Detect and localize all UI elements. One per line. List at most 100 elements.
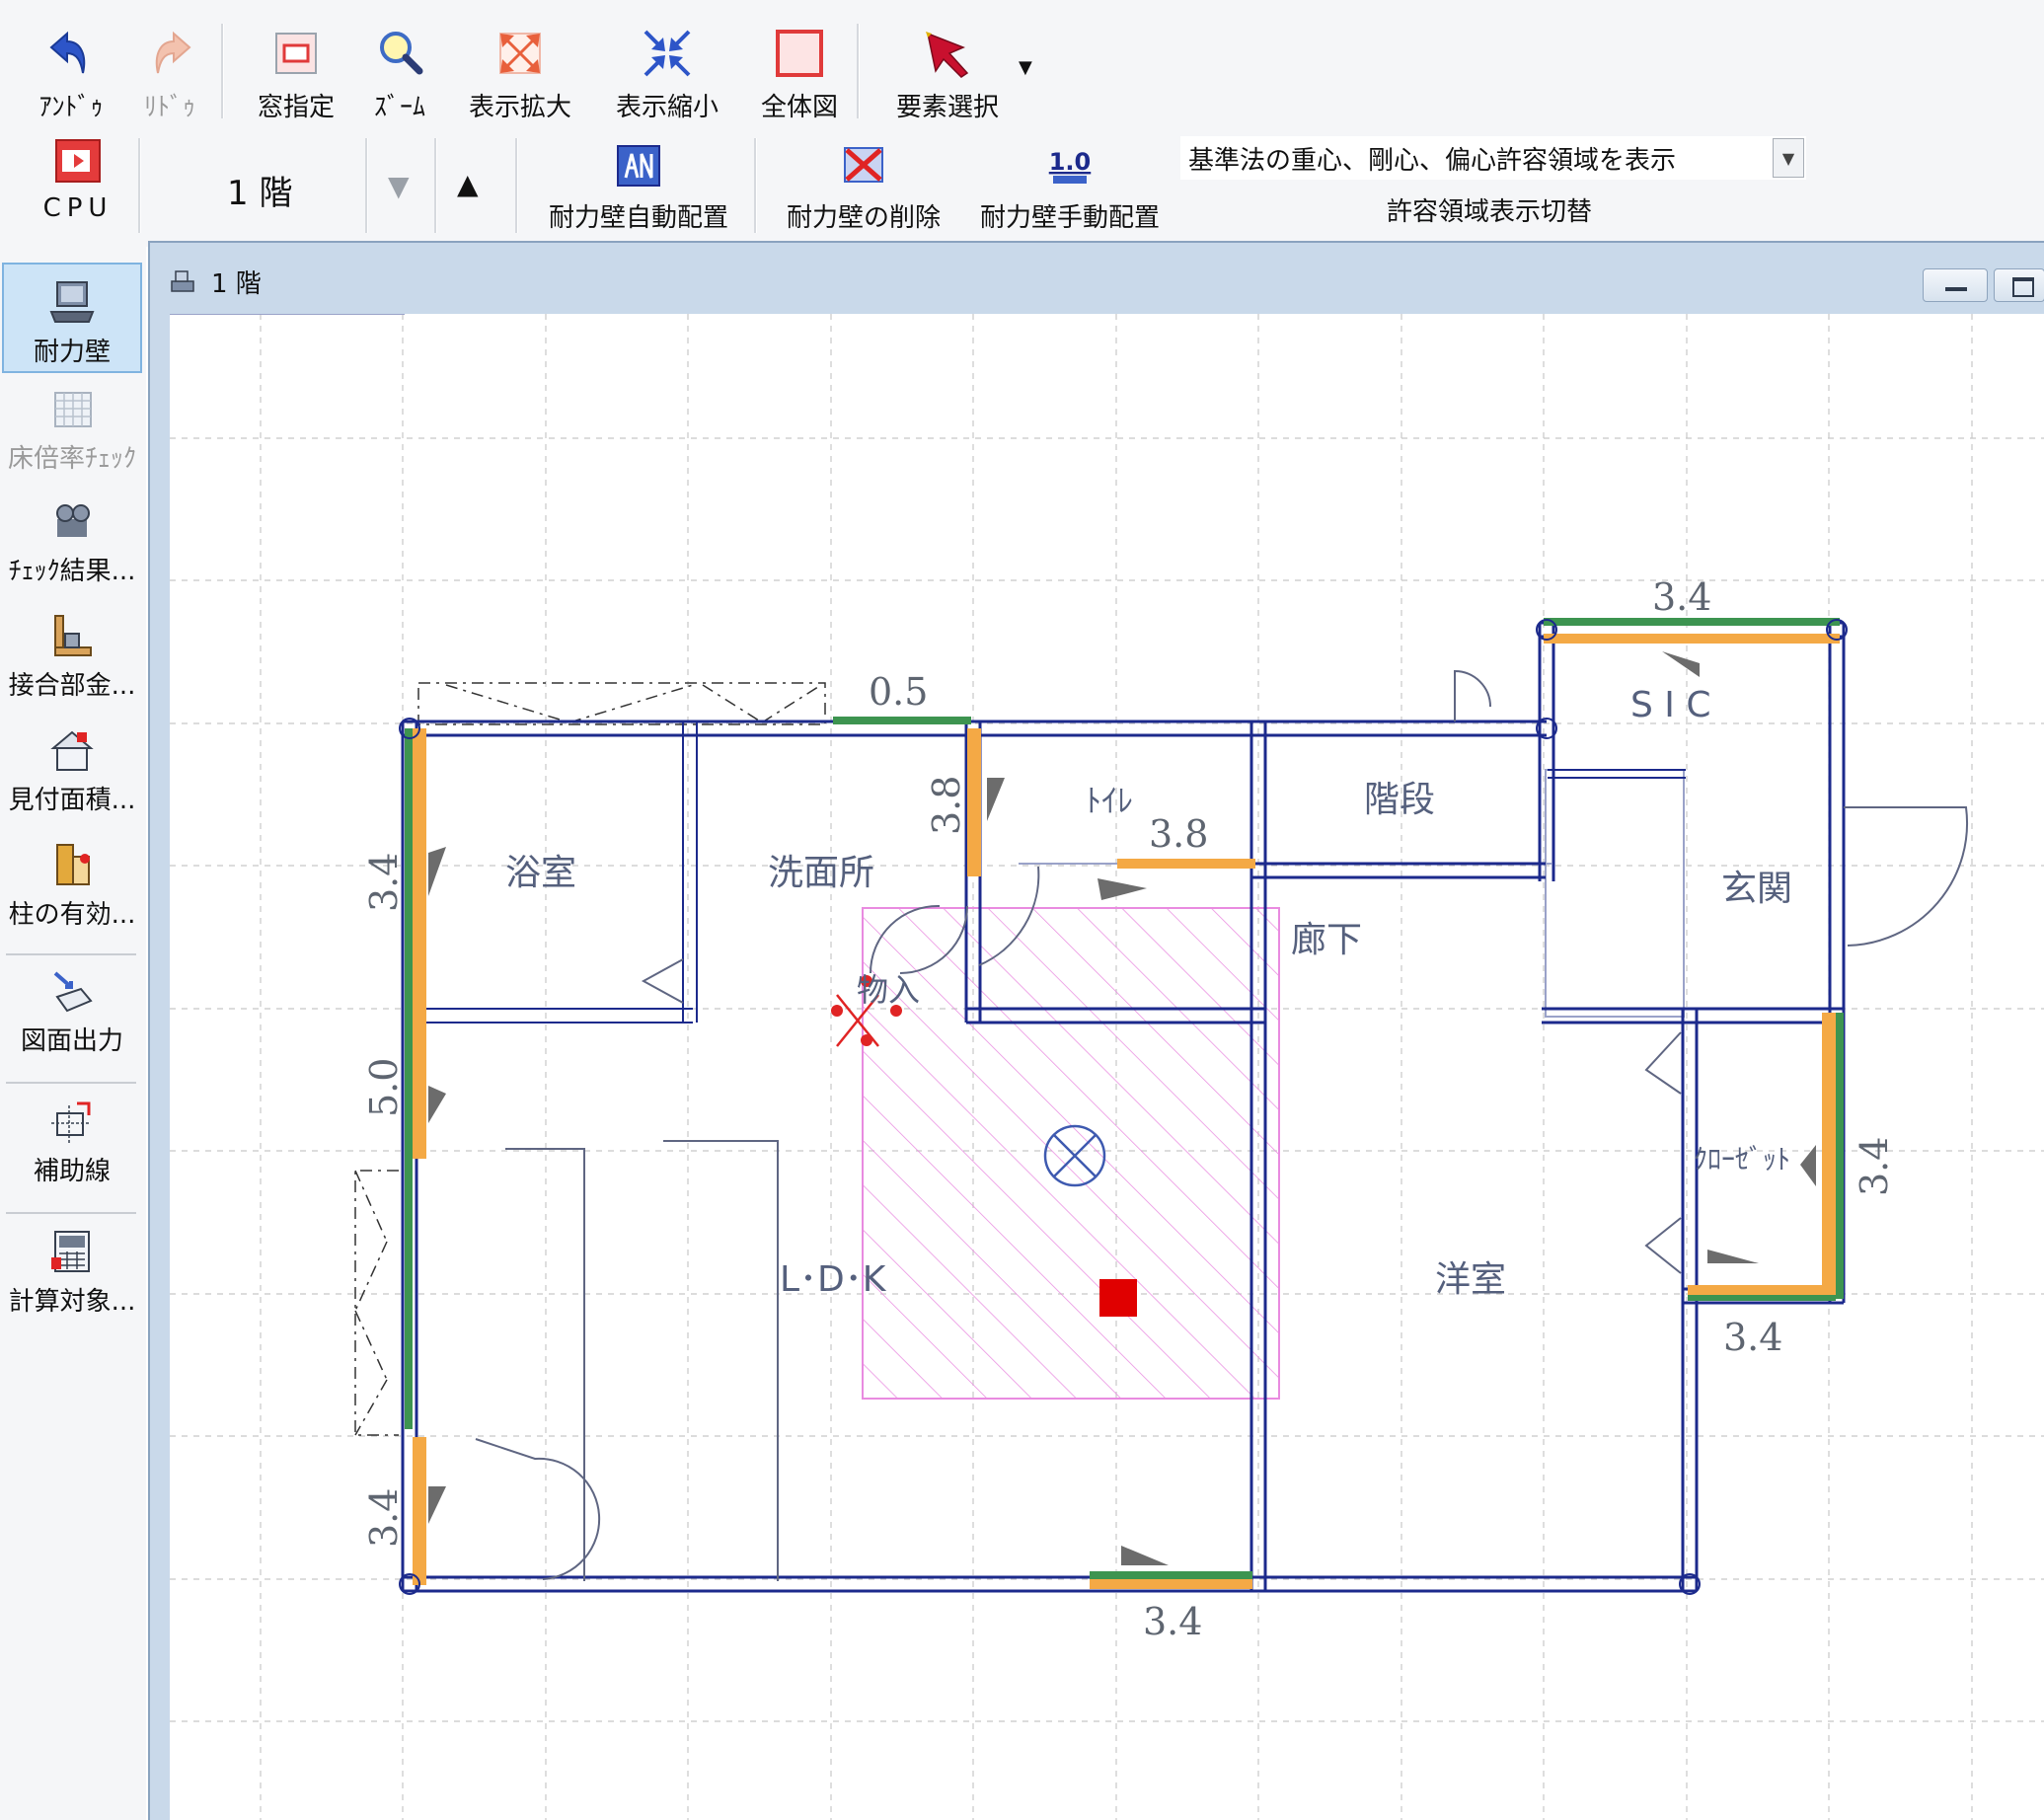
magnifier-icon bbox=[380, 32, 423, 75]
undo-icon bbox=[49, 31, 86, 74]
room-storage: 物入 bbox=[857, 971, 920, 1009]
drawing-output-icon bbox=[53, 971, 93, 1013]
sidebar-item-label: 補助線 bbox=[33, 1157, 111, 1186]
guide-line-icon bbox=[51, 1101, 91, 1143]
cpu-button[interactable]: CPU bbox=[34, 138, 122, 223]
select-dropdown-arrow-icon[interactable]: ▼ bbox=[1019, 57, 1032, 78]
maximize-button[interactable] bbox=[1994, 268, 2044, 302]
sidebar-item-column-effective[interactable]: 柱の有効... bbox=[2, 841, 142, 944]
room-hallway: 廊下 bbox=[1291, 920, 1362, 960]
expand-icon bbox=[499, 33, 541, 74]
sidebar-separator bbox=[6, 1082, 136, 1084]
sidebar-item-floor-ratio[interactable]: 床倍率ﾁｪｯｸ bbox=[2, 385, 142, 488]
window-select-button[interactable]: 窓指定 bbox=[249, 26, 343, 123]
zoom-out-button[interactable]: 表示縮小 bbox=[606, 26, 728, 123]
manual-wall-icon: 1.0 bbox=[1049, 148, 1092, 184]
allowable-area-value: 基準法の重心、剛心、偏心許容領域を表示 bbox=[1188, 145, 1677, 176]
calc-target-icon bbox=[51, 1231, 90, 1272]
floor-down-icon[interactable]: ▼ bbox=[388, 170, 410, 202]
manual-place-wall-button[interactable]: 1.0 耐力壁手動配置 bbox=[971, 138, 1169, 234]
document-title: 1 階 bbox=[211, 268, 262, 299]
dim-top-mid: 0.5 bbox=[869, 670, 928, 714]
floor-plan-canvas[interactable]: 浴室 洗面所 ﾄｲﾚ 階段 S I C 玄関 廊下 物入 L･D･K 洋室 ｸﾛ… bbox=[170, 314, 2044, 1820]
dim-closet-right: 3.4 bbox=[1853, 1137, 1896, 1196]
dim-left-top: 3.4 bbox=[362, 853, 406, 912]
cpu-icon bbox=[55, 139, 101, 183]
allowable-area-select[interactable]: 基準法の重心、剛心、偏心許容領域を表示 ▼ bbox=[1180, 136, 1806, 180]
cpu-label: CPU bbox=[42, 193, 114, 223]
zoom-button[interactable]: ｽﾞｰﾑ bbox=[357, 26, 442, 123]
sidebar-item-label: 耐力壁 bbox=[33, 338, 111, 367]
zoom-in-label: 表示拡大 bbox=[468, 93, 571, 122]
sidebar-item-guide-line[interactable]: 補助線 bbox=[2, 1098, 142, 1208]
joint-hardware-icon bbox=[54, 615, 92, 656]
room-closet: ｸﾛｰｾﾞｯﾄ bbox=[1694, 1143, 1790, 1175]
room-washroom: 洗面所 bbox=[768, 853, 874, 893]
sidebar-item-label: 見付面積... bbox=[8, 786, 136, 815]
zoom-label: ｽﾞｰﾑ bbox=[373, 93, 425, 122]
room-entrance: 玄関 bbox=[1721, 869, 1792, 909]
zoom-in-button[interactable]: 表示拡大 bbox=[464, 26, 576, 123]
undo-label: ｱﾝﾄﾞｩ bbox=[38, 93, 104, 122]
full-view-icon bbox=[776, 30, 823, 77]
window-icon bbox=[275, 33, 317, 74]
shrink-icon bbox=[643, 30, 691, 77]
toolbar-separator bbox=[221, 24, 224, 118]
arrow-cursor-icon bbox=[926, 32, 969, 78]
floor-selector[interactable]: 1 階 bbox=[227, 166, 292, 214]
toolbar-separator bbox=[857, 24, 860, 118]
room-western: 洋室 bbox=[1435, 1259, 1506, 1300]
redo-icon bbox=[155, 31, 191, 74]
dim-toilet-vertical: 3.8 bbox=[925, 776, 968, 835]
grid-icon bbox=[54, 392, 92, 427]
sidebar-item-calc-target[interactable]: 計算対象... bbox=[2, 1228, 142, 1338]
chevron-down-icon[interactable]: ▼ bbox=[1773, 138, 1804, 178]
sidebar: 耐力壁 床倍率ﾁｪｯｸ ﾁｪｯｸ結果... 接合部金... 見付面積... 柱の… bbox=[0, 247, 146, 1820]
sidebar-item-visible-area[interactable]: 見付面積... bbox=[2, 726, 142, 829]
sidebar-item-label: 接合部金... bbox=[8, 671, 136, 701]
zoom-out-label: 表示縮小 bbox=[615, 93, 719, 122]
svg-text:1.0: 1.0 bbox=[1049, 148, 1092, 176]
undo-button[interactable]: ｱﾝﾄﾞｩ bbox=[32, 26, 111, 123]
minimize-button[interactable] bbox=[1923, 268, 1988, 302]
auto-place-wall-button[interactable]: 耐力壁自動配置 bbox=[545, 138, 732, 234]
delete-wall-icon bbox=[844, 147, 883, 183]
dim-closet-bottom: 3.4 bbox=[1723, 1316, 1782, 1359]
toolbar: ｱﾝﾄﾞｩ ﾘﾄﾞｩ 窓指定 ｽﾞｰﾑ 表示拡大 表示縮小 全体図 要素選択 ▼… bbox=[0, 0, 2044, 247]
center-of-gravity-marker bbox=[1099, 1279, 1137, 1317]
redo-button[interactable]: ﾘﾄﾞｩ bbox=[130, 26, 209, 123]
full-view-label: 全体図 bbox=[760, 93, 838, 122]
floor-up-icon[interactable]: ▲ bbox=[457, 168, 479, 200]
sidebar-item-check-result[interactable]: ﾁｪｯｸ結果... bbox=[2, 497, 142, 600]
column-icon bbox=[56, 844, 90, 885]
dim-sic-top: 3.4 bbox=[1652, 575, 1711, 619]
dim-left-mid: 5.0 bbox=[362, 1058, 406, 1117]
delete-wall-button[interactable]: 耐力壁の削除 bbox=[780, 138, 947, 234]
sidebar-item-label: 床倍率ﾁｪｯｸ bbox=[7, 444, 136, 474]
sidebar-separator bbox=[6, 1212, 136, 1214]
toolbar-separator bbox=[434, 138, 437, 233]
floor-plan-drawing[interactable]: 浴室 洗面所 ﾄｲﾚ 階段 S I C 玄関 廊下 物入 L･D･K 洋室 ｸﾛ… bbox=[170, 314, 2044, 1820]
select-element-button[interactable]: 要素選択 bbox=[888, 26, 1007, 123]
room-stairs: 階段 bbox=[1364, 780, 1435, 820]
auto-wall-icon bbox=[617, 145, 660, 187]
window-label: 窓指定 bbox=[257, 93, 335, 122]
dim-left-bottom: 3.4 bbox=[362, 1488, 406, 1548]
sidebar-item-drawing-output[interactable]: 図面出力 bbox=[2, 967, 142, 1078]
sidebar-item-bearing-wall[interactable]: 耐力壁 bbox=[2, 263, 142, 373]
maximize-icon bbox=[2012, 277, 2034, 297]
sidebar-separator bbox=[6, 953, 136, 955]
full-view-button[interactable]: 全体図 bbox=[752, 26, 847, 123]
dim-bottom-mid: 3.4 bbox=[1143, 1600, 1202, 1643]
delete-wall-label: 耐力壁の削除 bbox=[786, 203, 941, 233]
document-title-bar: 1 階 bbox=[168, 259, 262, 304]
select-label: 要素選択 bbox=[895, 93, 999, 122]
sidebar-item-label: ﾁｪｯｸ結果... bbox=[8, 557, 136, 586]
sidebar-item-label: 柱の有効... bbox=[8, 900, 136, 930]
sidebar-item-joint-hardware[interactable]: 接合部金... bbox=[2, 612, 142, 715]
toolbar-separator bbox=[365, 138, 368, 233]
room-ldk: L･D･K bbox=[780, 1259, 887, 1300]
room-sic: S I C bbox=[1630, 685, 1711, 725]
floor-plan-icon bbox=[171, 270, 194, 292]
sidebar-item-label: 図面出力 bbox=[20, 1026, 123, 1056]
